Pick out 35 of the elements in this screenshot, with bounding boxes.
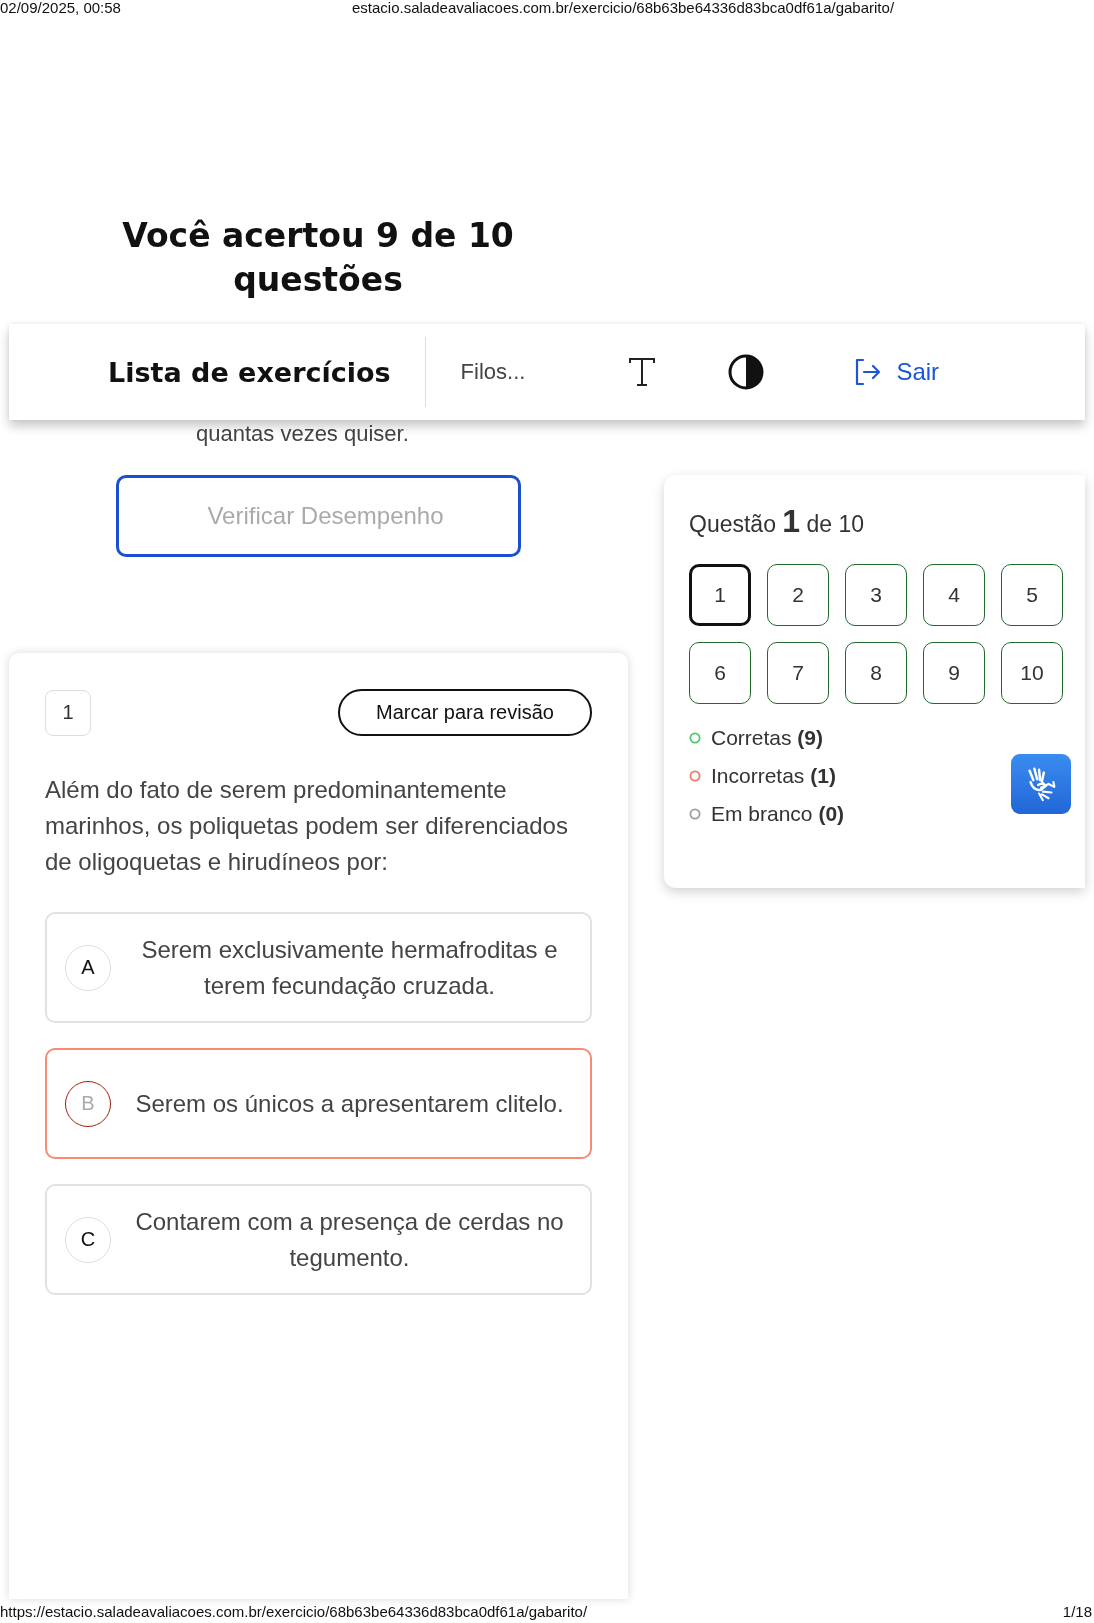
exit-link[interactable]: Sair [852,357,940,387]
question-tab[interactable]: 5 [1001,564,1063,626]
option-text: Contarem com a presença de cerdas no tegumento. [134,1206,565,1273]
option-text: Serem exclusivamente hermafroditas e terem fecundação cruzada. [140,934,559,1001]
question-text: Além do fato de serem predominantemente marinhos, os poliquetas podem ser diferenciados de oligoquetas e hirudíneos por: [45,775,569,877]
legend-label: Incorretas (1) [711,764,836,788]
subject-label: Filos... [460,359,526,385]
score-title: Você acertou 9 de 10 questões [121,215,515,301]
print-url: https://estacio.saladeavaliacoes.com.br/exercicio/68b63be64336d83bca0df61a/gabarito/ [0,1602,588,1620]
print-date: 02/09/2025, 00:58 [0,0,122,18]
option-text: Serem os únicos a apresentarem clitelo. [134,1088,565,1119]
sign-language-button[interactable] [1011,754,1071,814]
question-tab[interactable]: 2 [767,564,829,626]
question-tab[interactable]: 4 [923,564,985,626]
question-tab[interactable]: 7 [767,642,829,704]
legend-label: Em branco (0) [711,802,845,826]
answer-option[interactable]: C Contarem com a presença de cerdas no tegumento. [45,1184,592,1295]
question-tab[interactable]: 8 [845,642,907,704]
question-number: 1 [45,689,91,736]
question-counter: Questão 1 de 10 [689,503,866,540]
answer-option[interactable]: A Serem exclusivamente hermafroditas e terem fecundação cruzada. [45,912,592,1023]
text-size-icon[interactable] [628,357,657,387]
question-tab[interactable]: 9 [923,642,985,704]
question-tab[interactable]: 3 [845,564,907,626]
instruction-text: quantas vezes quiser. [196,420,409,448]
legend-label: Corretas (9) [711,726,824,750]
nav-title: Lista de exercícios [108,356,391,388]
print-url: estacio.saladeavaliacoes.com.br/exercicio/68b63be64336d83bca0df61a/gabarito/ [352,0,896,18]
contrast-icon[interactable] [728,354,765,390]
question-tab[interactable]: 10 [1001,642,1063,704]
review-button[interactable]: Marcar para revisão [338,689,592,736]
page-number: 1/18 [1062,1602,1092,1620]
answer-option[interactable]: B Serem os únicos a apresentarem clitelo. [45,1048,592,1159]
question-tab[interactable]: 6 [689,642,751,704]
question-tab[interactable]: 1 [689,564,751,626]
